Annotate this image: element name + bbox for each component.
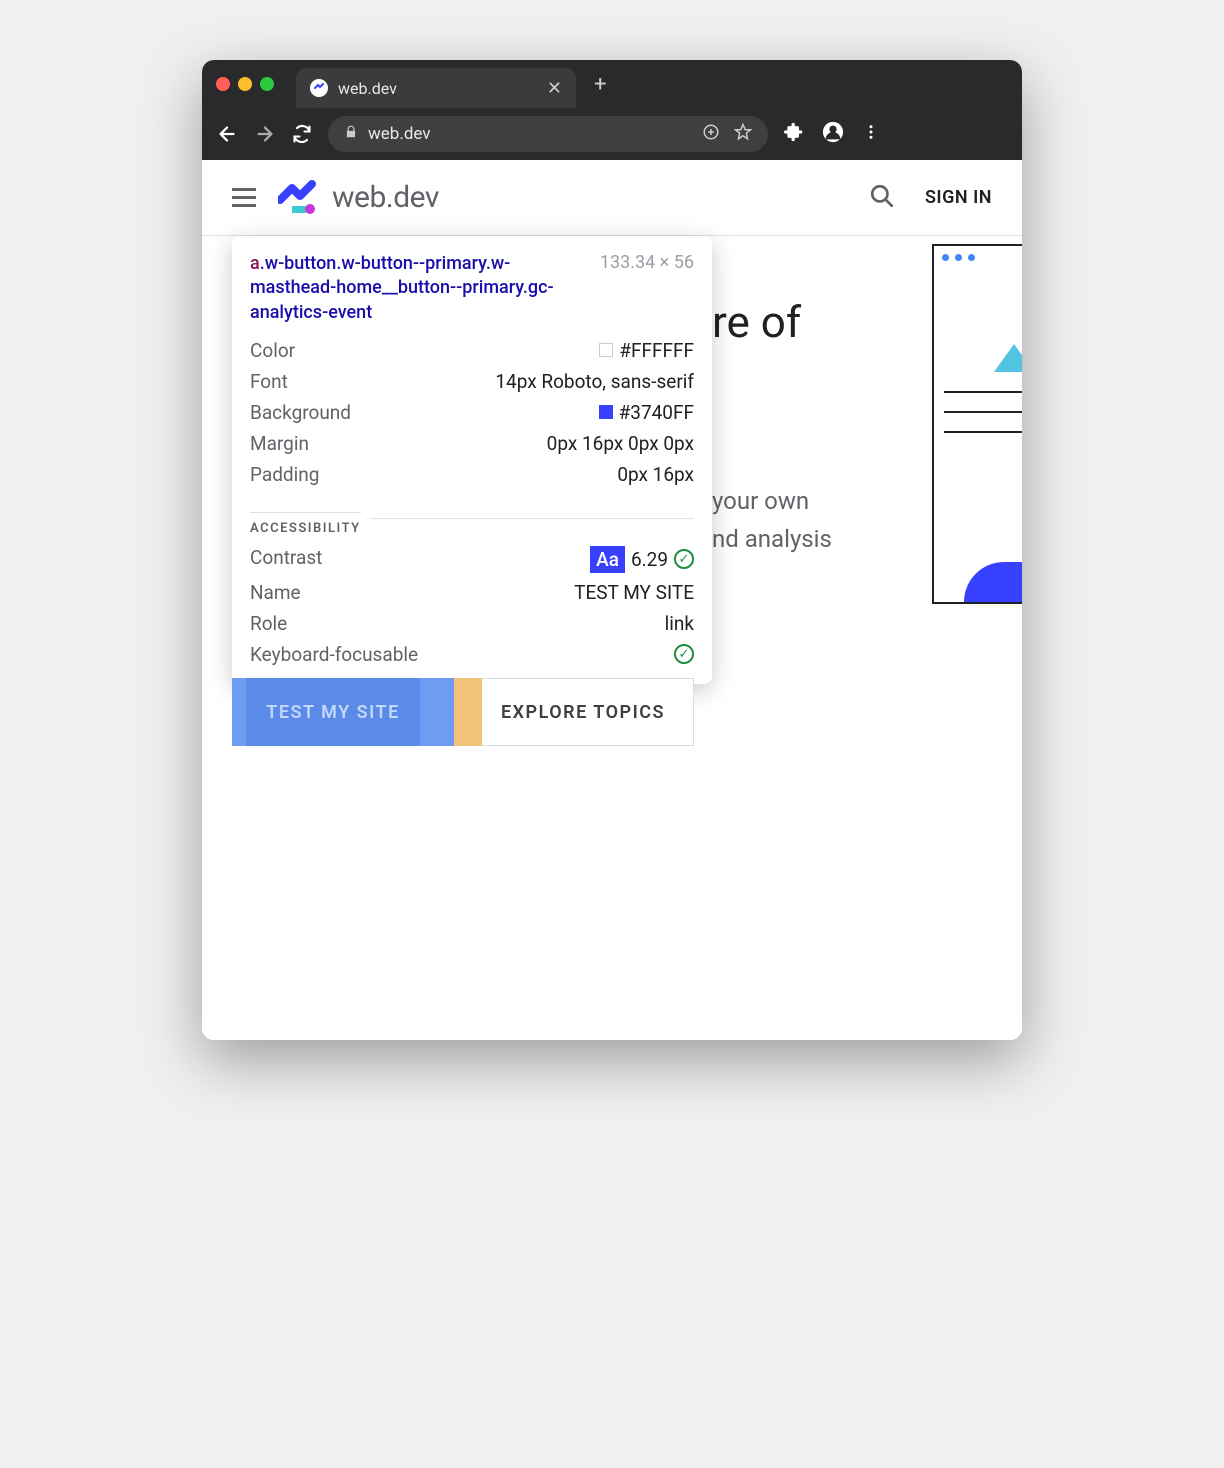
- hero-title-fragment: re of: [712, 296, 801, 348]
- tooltip-a11y-heading: ACCESSIBILITY: [250, 512, 361, 536]
- hero-buttons: TEST MY SITE EXPLORE TOPICS: [232, 678, 694, 746]
- extensions-icon[interactable]: [784, 122, 804, 146]
- tooltip-row-name: Name TEST MY SITE: [250, 577, 694, 608]
- hero-sub-line2: nd analysis: [712, 525, 832, 553]
- tab-title: web.dev: [338, 79, 397, 98]
- page-footer-blank: [202, 960, 1022, 1040]
- profile-icon[interactable]: [822, 121, 844, 147]
- check-icon: ✓: [674, 549, 694, 569]
- tooltip-selector: a.w-button.w-button--primary.w-masthead-…: [250, 252, 588, 325]
- search-button[interactable]: [869, 183, 895, 213]
- back-button[interactable]: [216, 123, 238, 145]
- forward-button[interactable]: [254, 123, 276, 145]
- color-swatch-icon: [599, 343, 613, 357]
- tooltip-row-background: Background #3740FF: [250, 397, 694, 428]
- address-bar[interactable]: web.dev: [328, 116, 768, 152]
- tooltip-row-color: Color #FFFFFF: [250, 335, 694, 366]
- logo-icon: [278, 180, 320, 216]
- main-content: re of your own nd analysis a.w-button.w-…: [202, 236, 1022, 316]
- box-model-margin-overlay: [454, 678, 482, 746]
- tooltip-row-role: Role link: [250, 608, 694, 639]
- contrast-aa-badge: Aa: [590, 546, 625, 573]
- browser-tab[interactable]: web.dev ✕: [296, 68, 576, 108]
- new-tab-button[interactable]: +: [594, 72, 606, 97]
- url-text: web.dev: [368, 124, 431, 144]
- browser-toolbar: web.dev: [202, 108, 1022, 160]
- omnibox-actions: [702, 123, 752, 146]
- hamburger-menu-button[interactable]: [232, 188, 256, 207]
- bookmark-icon[interactable]: [734, 123, 752, 146]
- primary-button-label: TEST MY SITE: [266, 702, 399, 723]
- close-tab-button[interactable]: ✕: [547, 78, 562, 99]
- tooltip-row-margin: Margin 0px 16px 0px 0px: [250, 428, 694, 459]
- tooltip-row-font: Font 14px Roboto, sans-serif: [250, 366, 694, 397]
- titlebar: web.dev ✕ +: [202, 60, 1022, 108]
- tooltip-row-contrast: Contrast Aa 6.29 ✓: [250, 542, 694, 577]
- menu-icon[interactable]: [862, 123, 880, 145]
- tooltip-element-tag: a: [250, 253, 260, 274]
- close-window-button[interactable]: [216, 77, 230, 91]
- logo-text: web.dev: [332, 180, 439, 215]
- page-content: web.dev SIGN IN re of your own nd analys…: [202, 160, 1022, 1040]
- hero-sub-line1: your own: [712, 487, 809, 515]
- maximize-window-button[interactable]: [260, 77, 274, 91]
- explore-topics-button[interactable]: EXPLORE TOPICS: [472, 678, 694, 746]
- hero-subtitle-fragment: your own nd analysis: [712, 482, 832, 559]
- lock-icon: [344, 124, 358, 144]
- test-my-site-button[interactable]: TEST MY SITE: [232, 678, 454, 746]
- site-logo[interactable]: web.dev: [278, 180, 439, 216]
- browser-window: web.dev ✕ + web.dev: [202, 60, 1022, 1040]
- hero-illustration: [932, 244, 1022, 604]
- tooltip-classes: .w-button.w-button--primary.w-masthead-h…: [250, 253, 554, 323]
- minimize-window-button[interactable]: [238, 77, 252, 91]
- reload-button[interactable]: [292, 124, 312, 144]
- tooltip-row-padding: Padding 0px 16px: [250, 459, 694, 490]
- tooltip-dimensions: 133.34 × 56: [600, 252, 694, 325]
- site-header: web.dev SIGN IN: [202, 160, 1022, 236]
- check-icon: ✓: [674, 644, 694, 664]
- tooltip-row-focusable: Keyboard-focusable ✓: [250, 639, 694, 670]
- secondary-button-label: EXPLORE TOPICS: [501, 702, 665, 723]
- favicon-icon: [310, 79, 328, 97]
- window-controls: [216, 77, 274, 91]
- devtools-element-tooltip: a.w-button.w-button--primary.w-masthead-…: [232, 236, 712, 684]
- color-swatch-icon: [599, 405, 613, 419]
- signin-button[interactable]: SIGN IN: [925, 187, 992, 208]
- install-icon[interactable]: [702, 123, 720, 146]
